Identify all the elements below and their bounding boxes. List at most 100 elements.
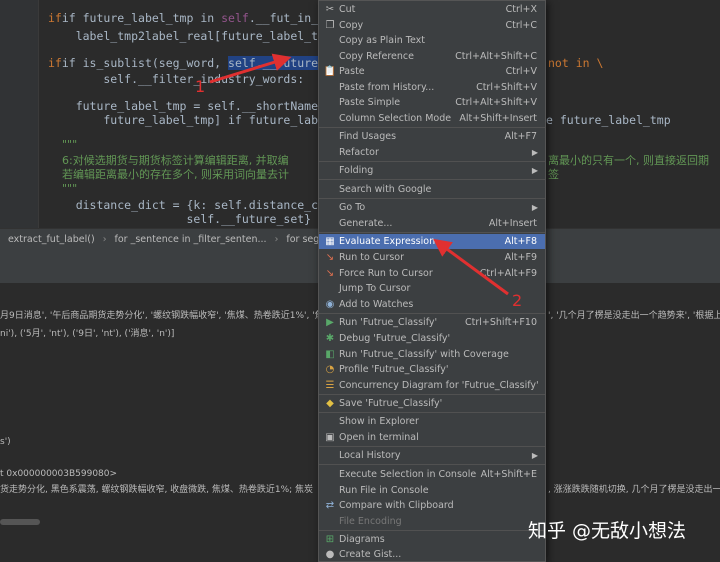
submenu-arrow-icon: ▶ (531, 451, 538, 460)
menu-item-label: Generate... (339, 218, 393, 229)
menu-item-force-run-to-cursor[interactable]: ↘ Force Run to Cursor Ctrl+Alt+F9 (319, 266, 545, 281)
menu-item-find-usages[interactable]: Find Usages Alt+F7 (319, 129, 545, 144)
compare-icon: ⇄ (325, 500, 335, 511)
gist-icon: ● (325, 549, 335, 560)
menu-item-evaluate-expression[interactable]: ▦ Evaluate Expression... Alt+F8 (319, 234, 545, 249)
console-scrollbar[interactable] (0, 519, 40, 525)
console-line: 月9日消息', '午后商品期货走势分化', '螺纹钢跌幅收窄', '焦煤、热卷跌… (0, 311, 333, 321)
code-line-8-tail: 离最小的只有一个, 则直接返回期 (548, 154, 709, 167)
menu-item-run-to-cursor[interactable]: ↘ Run to Cursor Alt+F9 (319, 250, 545, 265)
coverage-icon: ◧ (325, 349, 335, 360)
menu-item-label: Copy Reference (339, 51, 414, 62)
menu-item-label: Local History (339, 450, 401, 461)
menu-item-label: Run 'Futrue_Classify' with Coverage (339, 349, 509, 360)
menu-item-goto[interactable]: Go To ▶ (319, 200, 545, 215)
menu-item-profile[interactable]: ◔ Profile 'Futrue_Classify' (319, 362, 545, 377)
menu-item-copy[interactable]: ❐ Copy Ctrl+C (319, 18, 545, 33)
menu-item-shortcut: Ctrl+Alt+Shift+C (455, 51, 537, 62)
menu-separator (319, 464, 545, 465)
concurrency-icon: ☰ (325, 380, 335, 391)
menu-separator (319, 530, 545, 531)
menu-item-shortcut: Alt+Shift+Insert (459, 113, 537, 124)
menu-item-label: Folding (339, 165, 374, 176)
menu-item-concurrency[interactable]: ☰ Concurrency Diagram for 'Futrue_Classif… (319, 378, 545, 393)
menu-item-paste-simple[interactable]: Paste Simple Ctrl+Alt+Shift+V (319, 95, 545, 110)
code-self: self (221, 11, 249, 25)
menu-item-shortcut: Ctrl+V (505, 66, 537, 77)
menu-item-label: Refactor (339, 147, 379, 158)
context-menu: ✂ Cut Ctrl+X ❐ Copy Ctrl+C Copy as Plain Tex… (318, 0, 546, 562)
profile-icon: ◔ (325, 364, 335, 375)
menu-item-local-history[interactable]: Local History ▶ (319, 448, 545, 463)
console-line: t 0x000000003B599080> (0, 469, 118, 479)
breadcrumb-item[interactable]: extract_fut_label() (0, 234, 103, 245)
menu-separator (319, 313, 545, 314)
menu-item-label: Force Run to Cursor (339, 268, 433, 279)
console-line-tail: , 涨涨跌跌随机切换, 几个月了楞是没走出一 (548, 485, 720, 495)
console-line: s') (0, 437, 11, 447)
menu-item-search-google[interactable]: Search with Google (319, 182, 545, 197)
menu-item-label: Evaluate Expression... (339, 236, 445, 247)
menu-item-label: Paste (339, 66, 365, 77)
menu-item-paste[interactable]: 📋 Paste Ctrl+V (319, 64, 545, 79)
menu-item-label: Find Usages (339, 131, 397, 142)
menu-item-file-encoding: File Encoding (319, 514, 545, 529)
menu-item-run-coverage[interactable]: ◧ Run 'Futrue_Classify' with Coverage (319, 347, 545, 362)
console-line: 货走势分化, 黑色系震荡, 螺纹钢跌幅收窄, 收盘微跌, 焦煤、热卷跌近1%; … (0, 485, 314, 495)
menu-item-paste-history[interactable]: Paste from History... Ctrl+Shift+V (319, 80, 545, 95)
menu-item-copy-plain[interactable]: Copy as Plain Text (319, 33, 545, 48)
code-line-1: ifif future_label_tmp in self.__fut_in_s… (48, 9, 346, 27)
menu-item-jump-to-cursor[interactable]: Jump To Cursor (319, 281, 545, 296)
run-icon: ▶ (326, 317, 334, 328)
menu-item-run-file-console[interactable]: Run File in Console (319, 483, 545, 498)
menu-item-label: File Encoding (339, 516, 402, 527)
code-line-6-tail: e future_label_tmp (546, 113, 671, 127)
copy-icon: ❐ (325, 20, 335, 31)
menu-separator (319, 232, 545, 233)
watch-icon: ◉ (325, 299, 335, 310)
menu-item-label: Execute Selection in Console (339, 469, 477, 480)
menu-item-copy-reference[interactable]: Copy Reference Ctrl+Alt+Shift+C (319, 49, 545, 64)
menu-item-run[interactable]: ▶ Run 'Futrue_Classify' Ctrl+Shift+F10 (319, 315, 545, 330)
menu-item-show-explorer[interactable]: Show in Explorer (319, 414, 545, 429)
menu-separator (319, 412, 545, 413)
menu-item-shortcut: Ctrl+Alt+F9 (479, 268, 537, 279)
menu-item-label: Diagrams (339, 534, 385, 545)
menu-item-label: Copy as Plain Text (339, 35, 425, 46)
terminal-icon: ▣ (325, 432, 335, 443)
code-text: if future_label_tmp in (61, 11, 222, 25)
menu-item-label: Copy (339, 20, 364, 31)
calculator-icon: ▦ (325, 236, 335, 247)
menu-item-shortcut: Alt+Insert (488, 218, 537, 229)
code-text: not in \ (548, 56, 604, 70)
menu-item-label: Run to Cursor (339, 252, 405, 263)
code-line-6: future_label_tmp] if future_label (48, 113, 332, 127)
menu-item-save[interactable]: ◆ Save 'Futrue_Classify' (319, 396, 545, 411)
menu-item-open-terminal[interactable]: ▣ Open in terminal (319, 430, 545, 445)
menu-item-cut[interactable]: ✂ Cut Ctrl+X (319, 2, 545, 17)
code-text: if is_sublist(seg_word, (61, 56, 229, 70)
menu-item-refactor[interactable]: Refactor ▶ (319, 145, 545, 160)
diagram-icon: ⊞ (325, 534, 335, 545)
menu-item-label: Debug 'Futrue_Classify' (339, 333, 451, 344)
menu-item-add-to-watches[interactable]: ◉ Add to Watches (319, 297, 545, 312)
menu-item-compare-clipboard[interactable]: ⇄ Compare with Clipboard (319, 498, 545, 513)
code-line-12: self.__future_set} (48, 212, 312, 226)
menu-item-execute-selection[interactable]: Execute Selection in Console Alt+Shift+E (319, 467, 545, 482)
breadcrumb-item[interactable]: for _sentence in _filter_senten... (107, 234, 275, 245)
code-line-2: label_tmp2label_real[future_label_tmp (48, 29, 332, 43)
python-icon: ◆ (326, 398, 334, 409)
menu-item-label: Profile 'Futrue_Classify' (339, 364, 449, 375)
menu-item-column-selection[interactable]: Column Selection Mode Alt+Shift+Insert (319, 111, 545, 126)
menu-item-generate[interactable]: Generate... Alt+Insert (319, 216, 545, 231)
menu-item-debug[interactable]: ✱ Debug 'Futrue_Classify' (319, 331, 545, 346)
menu-separator (319, 198, 545, 199)
menu-item-diagrams[interactable]: ⊞ Diagrams (319, 532, 545, 547)
menu-item-shortcut: Alt+F8 (504, 236, 537, 247)
menu-item-shortcut: Ctrl+Shift+V (476, 82, 537, 93)
menu-item-label: Compare with Clipboard (339, 500, 454, 511)
menu-item-folding[interactable]: Folding ▶ (319, 163, 545, 178)
menu-item-label: Jump To Cursor (339, 283, 411, 294)
menu-item-label: Column Selection Mode (339, 113, 452, 124)
menu-item-label: Open in terminal (339, 432, 419, 443)
